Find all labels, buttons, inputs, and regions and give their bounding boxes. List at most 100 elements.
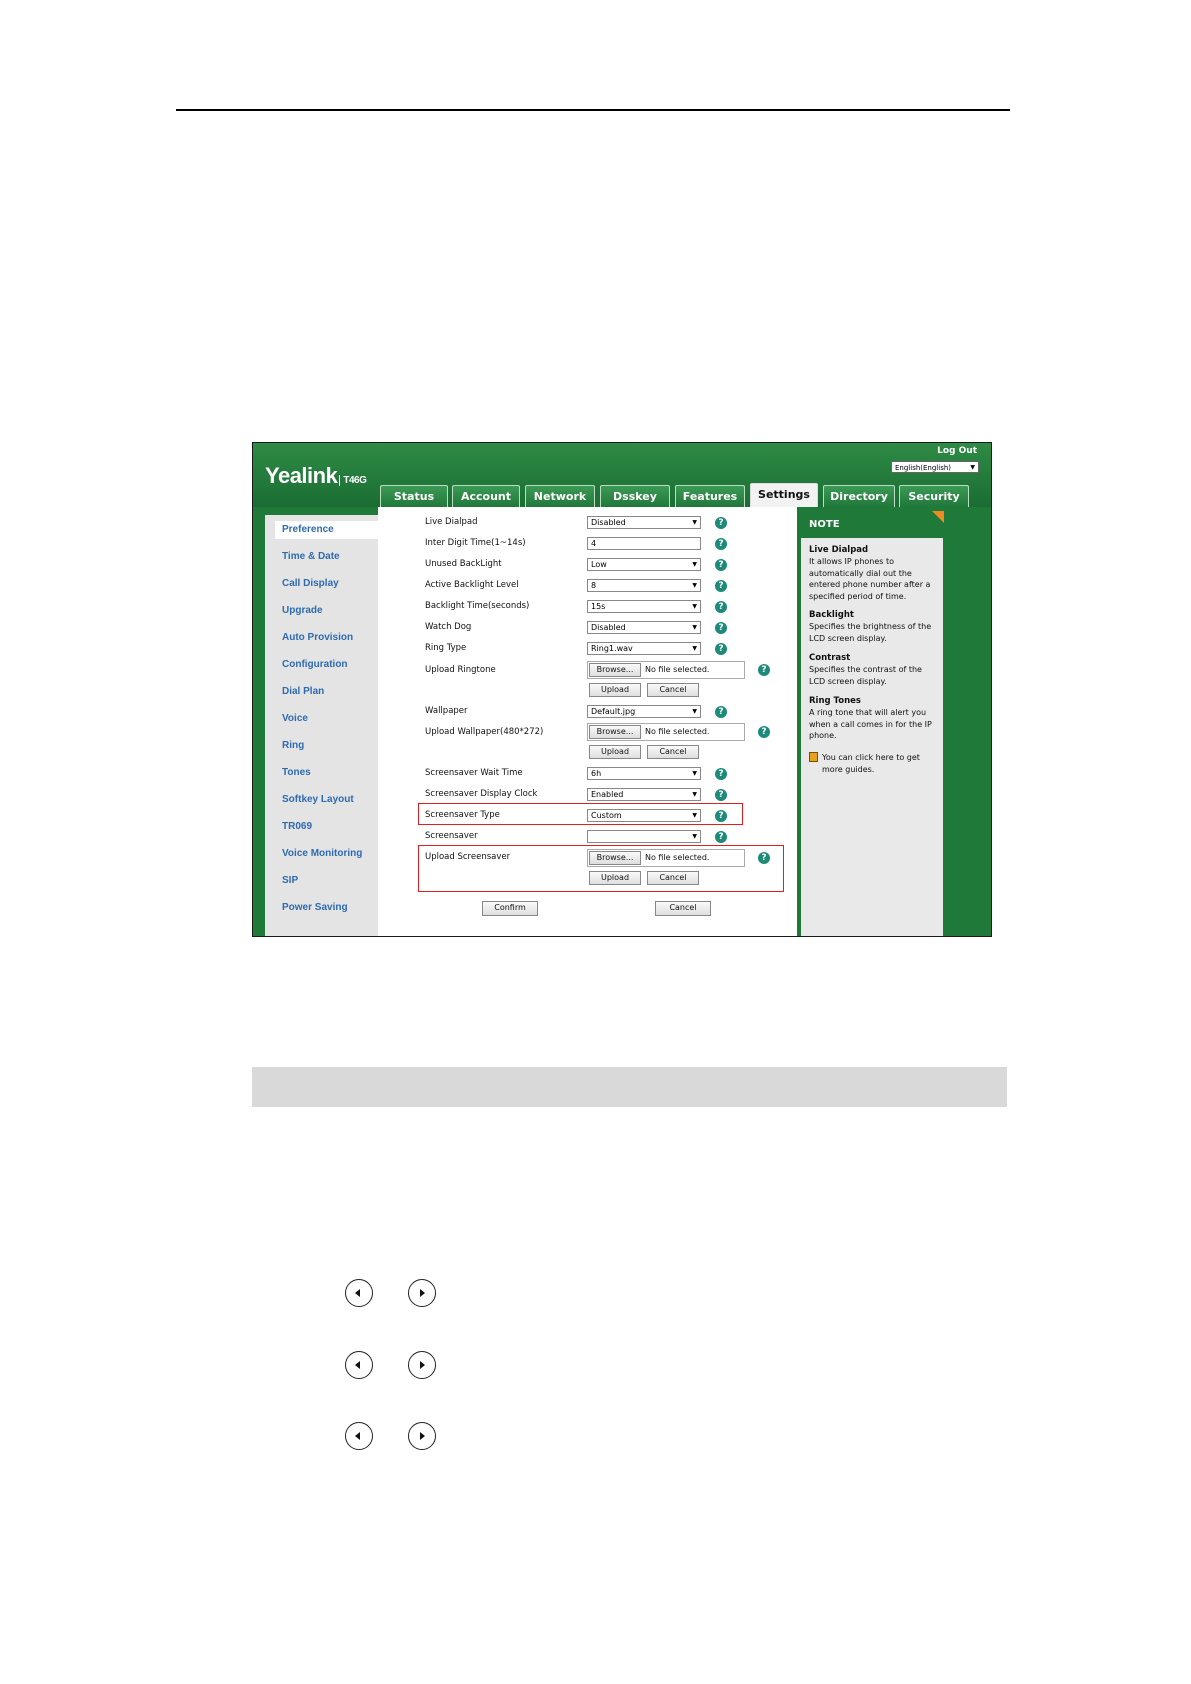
help-icon[interactable]: ? (715, 601, 727, 613)
live-dialpad-select[interactable]: Disabled ▼ (587, 516, 701, 529)
upload-screensaver-label: Upload Screensaver (425, 852, 511, 862)
sidebar-item-configuration[interactable]: Configuration (282, 659, 348, 670)
sidebar-item-tr069[interactable]: TR069 (282, 821, 312, 832)
sidebar-item-call-display[interactable]: Call Display (282, 578, 339, 589)
screensaver-wait-select[interactable]: 6h ▼ (587, 767, 701, 780)
watch-dog-select[interactable]: Disabled ▼ (587, 621, 701, 634)
tab-security[interactable]: Security (899, 485, 969, 507)
screensaver-cancel-button[interactable]: Cancel (647, 871, 699, 885)
sidebar-item-voice[interactable]: Voice (282, 713, 308, 724)
help-icon[interactable]: ? (758, 664, 770, 676)
preference-form: Live Dialpad Disabled ▼ ? Inter Digit Tim… (378, 507, 797, 936)
screensaver-type-select[interactable]: Custom ▼ (587, 809, 701, 822)
upload-wallpaper-label: Upload Wallpaper(480*272) (425, 727, 544, 737)
tab-features[interactable]: Features (675, 485, 745, 507)
help-icon[interactable]: ? (758, 852, 770, 864)
model-name: T46G (339, 475, 367, 486)
logout-link[interactable]: Log Out (937, 446, 977, 456)
note-panel: NOTE Live Dialpad It allows IP phones to… (797, 507, 991, 936)
chevron-down-icon: ▼ (692, 624, 697, 631)
ringtone-cancel-button[interactable]: Cancel (647, 683, 699, 697)
ring-type-select[interactable]: Ring1.wav ▼ (587, 642, 701, 655)
left-arrow-key-icon (345, 1422, 373, 1450)
sidebar-item-auto-provision[interactable]: Auto Provision (282, 632, 353, 643)
help-icon[interactable]: ? (715, 831, 727, 843)
screensaver-upload-button[interactable]: Upload (589, 871, 641, 885)
language-value: English(English) (895, 464, 952, 472)
brand-name: Yealink (265, 463, 338, 488)
sidebar-item-sip[interactable]: SIP (282, 875, 298, 886)
wallpaper-select[interactable]: Default.jpg ▼ (587, 705, 701, 718)
wallpaper-value: Default.jpg (591, 707, 636, 716)
chevron-down-icon: ▼ (692, 519, 697, 526)
wallpaper-label: Wallpaper (425, 706, 468, 716)
active-backlight-value: 8 (591, 581, 597, 590)
active-backlight-label: Active Backlight Level (425, 580, 519, 590)
inter-digit-label: Inter Digit Time(1~14s) (425, 538, 526, 548)
ringtone-browse-button[interactable]: Browse... (589, 663, 641, 677)
brand-logo: Yealink T46G (265, 463, 367, 489)
note-item-title: Live Dialpad (809, 545, 869, 555)
watch-dog-label: Watch Dog (425, 622, 472, 632)
help-icon[interactable]: ? (715, 622, 727, 634)
left-arrow-key-icon (345, 1279, 373, 1307)
note-item-text: Specifies the contrast of the LCD screen… (809, 665, 922, 686)
sidebar-item-tones[interactable]: Tones (282, 767, 311, 778)
sidebar-item-upgrade[interactable]: Upgrade (282, 605, 323, 616)
sidebar-item-power-saving[interactable]: Power Saving (282, 902, 348, 913)
help-icon[interactable]: ? (715, 643, 727, 655)
help-icon[interactable]: ? (715, 768, 727, 780)
tab-account[interactable]: Account (452, 485, 520, 507)
book-icon (809, 752, 818, 762)
ringtone-upload-button[interactable]: Upload (589, 683, 641, 697)
tab-directory[interactable]: Directory (823, 485, 895, 507)
backlight-time-select[interactable]: 15s ▼ (587, 600, 701, 613)
tab-settings[interactable]: Settings (750, 483, 818, 508)
web-ui-header: Yealink T46G Log Out English(English) ▼ S… (253, 443, 991, 508)
wallpaper-upload-button[interactable]: Upload (589, 745, 641, 759)
help-icon[interactable]: ? (715, 706, 727, 718)
chevron-down-icon: ▼ (692, 833, 697, 840)
right-arrow-key-icon (408, 1279, 436, 1307)
sidebar-item-time-date[interactable]: Time & Date (282, 551, 340, 562)
note-item-title: Contrast (809, 653, 851, 663)
help-icon[interactable]: ? (715, 789, 727, 801)
wallpaper-browse-button[interactable]: Browse... (589, 725, 641, 739)
screensaver-clock-select[interactable]: Enabled ▼ (587, 788, 701, 801)
help-icon[interactable]: ? (715, 538, 727, 550)
active-backlight-select[interactable]: 8 ▼ (587, 579, 701, 592)
guide-link[interactable]: You can click here to get more guides. (822, 752, 938, 775)
chevron-down-icon: ▼ (692, 603, 697, 610)
screensaver-browse-button[interactable]: Browse... (589, 851, 641, 865)
confirm-button[interactable]: Confirm (482, 901, 538, 916)
watch-dog-value: Disabled (591, 623, 626, 632)
corner-fold-icon (932, 511, 944, 523)
sidebar-item-ring[interactable]: Ring (282, 740, 304, 751)
sidebar-item-softkey-layout[interactable]: Softkey Layout (282, 794, 354, 805)
note-item-title: Ring Tones (809, 696, 861, 706)
chevron-down-icon: ▼ (692, 770, 697, 777)
screensaver-select[interactable]: ▼ (587, 830, 701, 843)
tab-network[interactable]: Network (525, 485, 595, 507)
help-icon[interactable]: ? (715, 559, 727, 571)
inter-digit-value: 4 (591, 539, 597, 548)
help-icon[interactable]: ? (758, 726, 770, 738)
chevron-down-icon: ▼ (692, 582, 697, 589)
backlight-time-label: Backlight Time(seconds) (425, 601, 530, 611)
unused-backlight-select[interactable]: Low ▼ (587, 558, 701, 571)
chevron-down-icon: ▼ (692, 791, 697, 798)
tab-dsskey[interactable]: Dsskey (600, 485, 670, 507)
language-select[interactable]: English(English) ▼ (891, 461, 979, 473)
note-item-text: A ring tone that will alert you when a c… (809, 708, 932, 740)
help-icon[interactable]: ? (715, 517, 727, 529)
cancel-button[interactable]: Cancel (655, 901, 711, 916)
sidebar-item-preference[interactable]: Preference (275, 521, 378, 539)
tab-status[interactable]: Status (380, 485, 448, 507)
wallpaper-cancel-button[interactable]: Cancel (647, 745, 699, 759)
help-icon[interactable]: ? (715, 810, 727, 822)
sidebar-item-voice-monitoring[interactable]: Voice Monitoring (282, 848, 362, 859)
help-icon[interactable]: ? (715, 580, 727, 592)
inter-digit-input[interactable]: 4 (587, 537, 701, 550)
sidebar-item-dial-plan[interactable]: Dial Plan (282, 686, 324, 697)
note-item-text: Specifies the brightness of the LCD scre… (809, 622, 932, 643)
